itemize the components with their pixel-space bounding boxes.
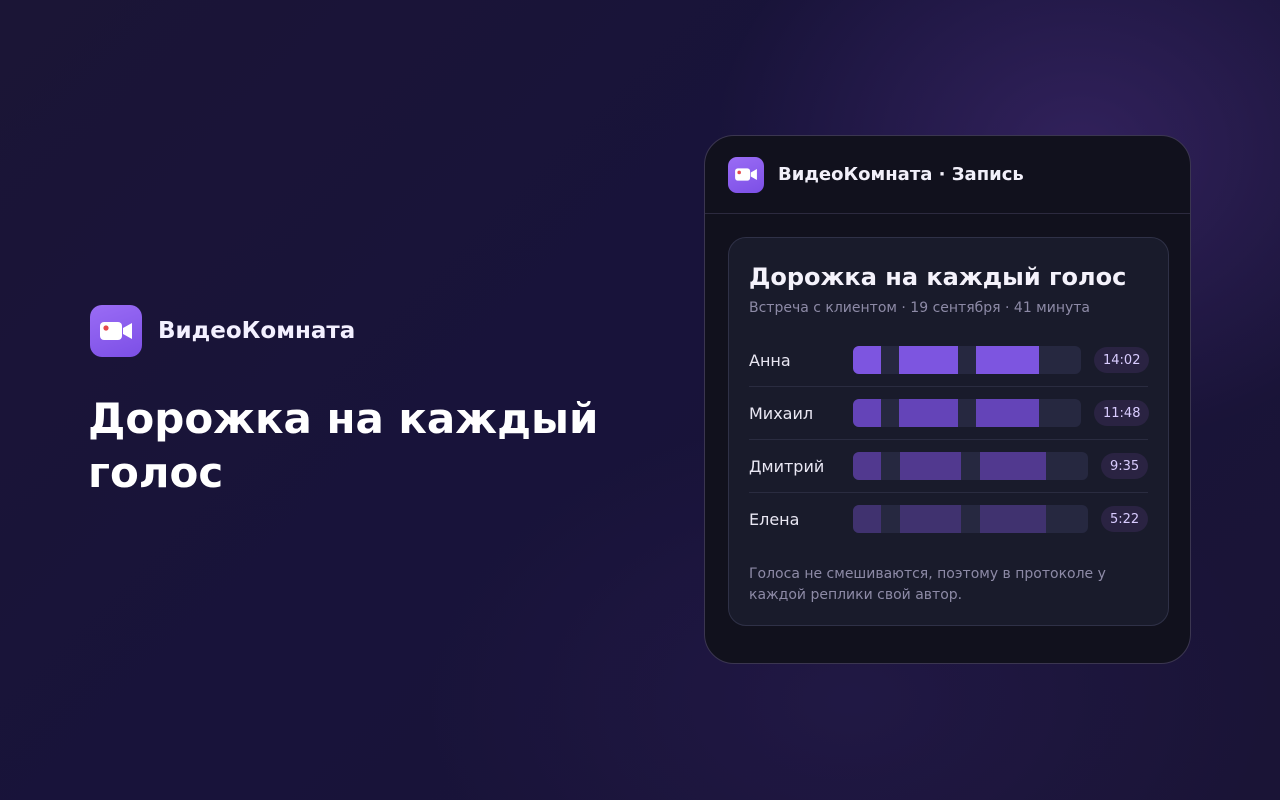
speech-segment	[976, 399, 1039, 427]
track-list: Анна 14:02 Михаил 11:48 Дмитрий 9:35 Еле…	[749, 334, 1150, 546]
track-row[interactable]: Дмитрий 9:35	[749, 440, 1149, 493]
speaker-name: Анна	[749, 350, 791, 370]
brand: ВидеоКомната	[90, 305, 355, 357]
track-row[interactable]: Анна 14:02	[749, 334, 1150, 387]
duration-badge: 14:02	[1094, 347, 1150, 373]
speaker-name: Дмитрий	[749, 456, 825, 476]
speaker-name: Михаил	[749, 403, 814, 423]
audio-track[interactable]	[853, 399, 1081, 427]
panel-title: Дорожка на каждый голос	[749, 263, 1127, 291]
track-row[interactable]: Михаил 11:48	[749, 387, 1150, 440]
speech-segment	[853, 346, 881, 374]
audio-track[interactable]	[853, 505, 1088, 533]
speech-segment	[899, 399, 958, 427]
speech-segment	[976, 346, 1039, 374]
speech-segment	[853, 452, 881, 480]
duration-badge: 5:22	[1101, 506, 1149, 532]
card-header-title: ВидеоКомната · Запись	[778, 164, 1024, 185]
tracks-panel: Дорожка на каждый голос Встреча с клиент…	[728, 237, 1169, 626]
speech-segment	[900, 505, 961, 533]
speech-segment	[980, 452, 1046, 480]
duration-badge: 11:48	[1094, 400, 1150, 426]
duration-badge: 9:35	[1101, 453, 1149, 479]
panel-subtitle: Встреча с клиентом · 19 сентября · 41 ми…	[749, 300, 1091, 316]
video-camera-icon	[728, 156, 764, 193]
speaker-name: Елена	[749, 510, 800, 529]
audio-track[interactable]	[853, 452, 1088, 480]
recording-card: ВидеоКомната · Запись Дорожка на каждый …	[704, 135, 1191, 664]
speech-segment	[853, 399, 881, 427]
card-header: ВидеоКомната · Запись	[705, 136, 1190, 214]
audio-track[interactable]	[853, 346, 1081, 374]
speech-segment	[900, 452, 961, 480]
panel-note: Голоса не смешиваются, поэтому в протоко…	[749, 566, 1106, 603]
track-row[interactable]: Елена 5:22	[749, 493, 1149, 546]
brand-name: ВидеоКомната	[158, 318, 356, 344]
speech-segment	[853, 505, 881, 533]
video-camera-icon	[90, 305, 142, 357]
hero-title: Дорожка на каждый голос	[88, 394, 599, 497]
speech-segment	[899, 346, 958, 374]
speech-segment	[980, 505, 1046, 533]
